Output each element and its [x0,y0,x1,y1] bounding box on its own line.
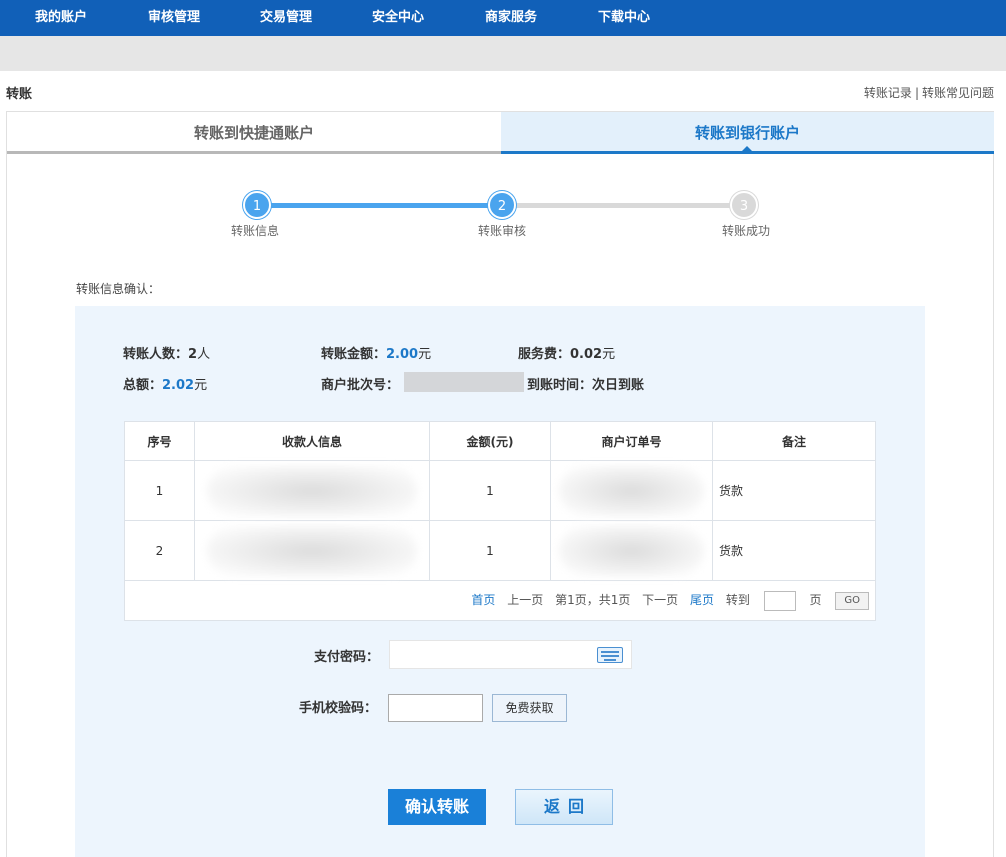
nav-download-center[interactable]: 下载中心 [598,0,650,36]
cell-memo: 货款 [712,460,876,521]
sms-code-label: 手机校验码： [299,701,378,716]
pager-row: 首页 上一页 第1页，共1页 下一页 尾页 转到 页 GO [124,580,876,621]
total-value: 2.02 [162,378,195,393]
confirm-heading: 转账信息确认： [76,282,161,296]
step-progress-done [257,203,502,208]
cell-payee-redacted [194,460,430,521]
pager-first[interactable]: 首页 [471,593,495,607]
pager: 首页 上一页 第1页，共1页 下一页 尾页 转到 页 GO [467,590,869,611]
amount-value: 2.00 [386,347,419,362]
fee-label: 服务费： [518,347,571,362]
people-unit: 人 [197,347,211,362]
people-label: 转账人数： [123,347,189,362]
keyboard-icon[interactable] [597,647,623,663]
col-payee: 收款人信息 [194,421,430,461]
batch-number-redacted [404,372,524,392]
top-links: 转账记录 | 转账常见问题 [864,84,994,101]
cell-no: 1 [124,460,195,521]
transfer-table: 序号 收款人信息 金额(元) 商户订单号 备注 1 1 货款 2 1 货款 首页 [124,421,876,621]
summary-amount: 转账金额：2.00元 [321,343,431,362]
confirm-transfer-button[interactable]: 确认转账 [388,789,486,825]
amount-label: 转账金额： [321,347,387,362]
payee-blur [206,525,418,576]
payee-blur [206,465,418,516]
step-3-label: 转账成功 [721,224,770,238]
step-2-label: 转账审核 [477,224,526,238]
table-row: 2 1 货款 [124,520,876,581]
fee-value: 0.02 [570,347,603,362]
pager-go-button[interactable]: GO [835,591,869,610]
transfer-faq-link[interactable]: 转账常见问题 [922,86,994,100]
total-unit: 元 [194,378,208,393]
amount-unit: 元 [418,347,432,362]
active-tab-caret [741,146,753,152]
table-row: 1 1 货款 [124,460,876,521]
col-amount: 金额(元) [429,421,551,461]
col-order-no: 商户订单号 [550,421,713,461]
top-nav: 我的账户 审核管理 交易管理 安全中心 商家服务 下载中心 [0,0,1006,36]
nav-my-account[interactable]: 我的账户 [35,0,87,36]
nav-security-center[interactable]: 安全中心 [372,0,424,36]
pager-prev[interactable]: 上一页 [507,593,543,607]
arrival-value: 次日到账 [592,378,645,393]
nav-review-management[interactable]: 审核管理 [148,0,200,36]
nav-merchant-services[interactable]: 商家服务 [485,0,537,36]
order-blur [559,465,704,516]
col-memo: 备注 [712,421,876,461]
get-sms-code-button[interactable]: 免费获取 [492,694,567,722]
tab-bank-account-label: 转账到银行账户 [694,124,800,142]
link-separator: | [914,86,919,100]
cell-memo: 货款 [712,520,876,581]
tab-quick-account[interactable]: 转账到快捷通账户 [7,112,501,154]
transfer-records-link[interactable]: 转账记录 [864,86,912,100]
cell-payee-redacted [194,520,430,581]
cell-amount: 1 [429,520,551,581]
total-label: 总额： [123,378,163,393]
page-title: 转账 [6,87,33,102]
tab-bank-account[interactable]: 转账到银行账户 [501,112,994,154]
pager-next[interactable]: 下一页 [642,593,678,607]
step-1-label: 转账信息 [230,224,279,238]
password-label: 支付密码： [314,650,380,665]
page-number-input[interactable] [763,590,796,611]
nav-transaction-management[interactable]: 交易管理 [260,0,312,36]
step-3-circle: 3 [730,191,758,219]
pager-info: 第1页，共1页 [555,593,631,607]
cell-order-redacted [550,520,713,581]
step-1-circle: 1 [243,191,271,219]
table-header-row: 序号 收款人信息 金额(元) 商户订单号 备注 [124,421,876,461]
cell-no: 2 [124,520,195,581]
cell-order-redacted [550,460,713,521]
order-blur [559,525,704,576]
col-no: 序号 [124,421,195,461]
arrival-label: 到账时间： [527,378,593,393]
pager-cell: 首页 上一页 第1页，共1页 下一页 尾页 转到 页 GO [124,580,876,621]
pager-last[interactable]: 尾页 [690,593,714,607]
people-value: 2 [188,347,198,362]
summary-total: 总额：2.02元 [123,374,207,393]
payment-password-input[interactable] [389,640,632,669]
pager-goto-label: 转到 [725,593,750,607]
back-button[interactable]: 返回 [515,789,613,825]
pager-page-unit: 页 [809,593,822,607]
fee-unit: 元 [602,347,616,362]
sub-bar [0,36,1006,71]
step-progress-pending [502,203,744,208]
summary-people: 转账人数：2人 [123,343,210,362]
summary-fee: 服务费：0.02元 [518,343,615,362]
summary-batch-label: 商户批次号： [321,378,400,393]
sms-code-input[interactable] [388,694,483,722]
cell-amount: 1 [429,460,551,521]
transfer-tabs: 转账到快捷通账户 转账到银行账户 [6,111,994,154]
step-2-circle: 2 [488,191,516,219]
summary-arrival: 到账时间：次日到账 [527,374,644,393]
